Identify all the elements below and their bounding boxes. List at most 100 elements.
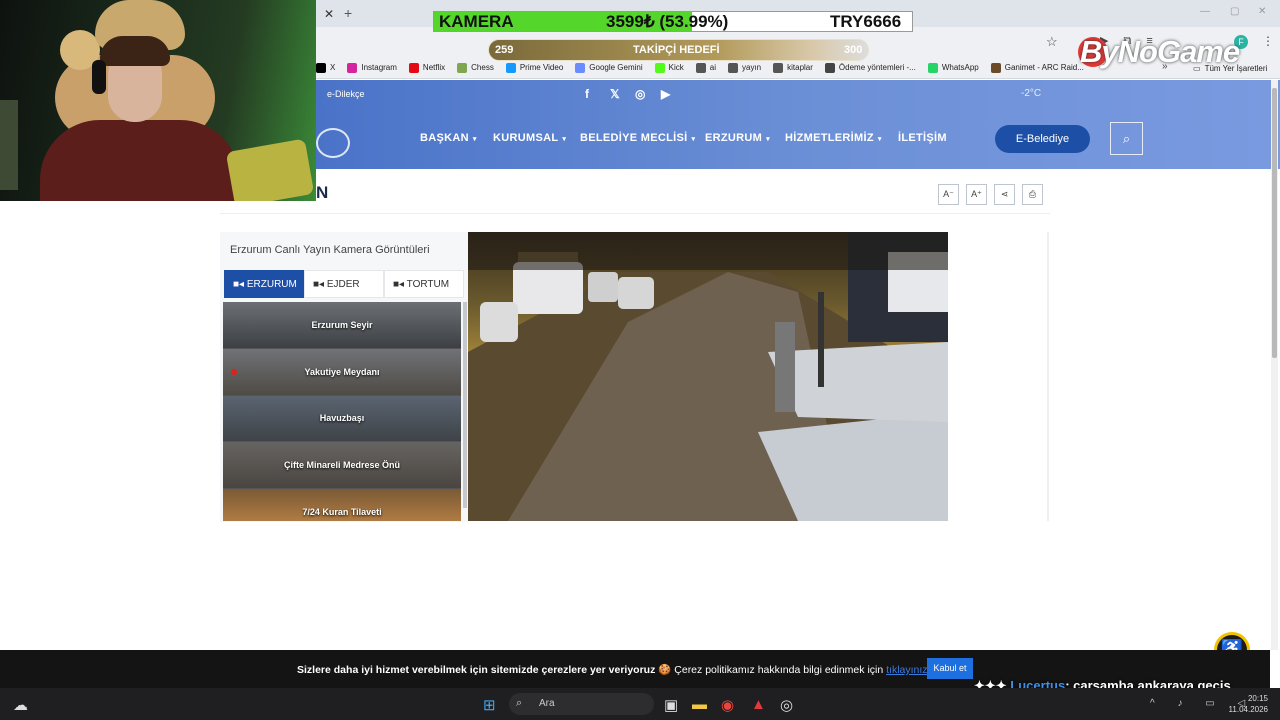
kick-icon	[654, 62, 665, 73]
font-decrease-button[interactable]: A⁻	[938, 184, 959, 205]
camera-item-yakutiye[interactable]: Yakutiye Meydanı	[223, 348, 461, 396]
chevron-down-icon: ▾	[877, 136, 882, 143]
chevron-down-icon: ▾	[766, 136, 770, 143]
tab-tortum[interactable]: ■◂ TORTUM	[384, 270, 464, 298]
nav-label: İLETİŞİM	[898, 132, 947, 144]
nav-baskan[interactable]: BAŞKAN ▾	[420, 132, 477, 144]
bookmark-label: yayın	[742, 63, 762, 72]
bookmark-item[interactable]: yayın	[728, 62, 762, 73]
new-tab-icon[interactable]: +	[344, 5, 352, 21]
search-icon[interactable]: ⌕	[1110, 122, 1143, 155]
bookmark-item[interactable]: X	[316, 62, 336, 73]
bookmark-star-icon[interactable]: ☆	[1046, 34, 1058, 50]
nav-erzurum[interactable]: ERZURUM ▾	[705, 132, 770, 144]
maximize-icon[interactable]: ▢	[1230, 6, 1239, 17]
bookmark-label: WhatsApp	[941, 63, 979, 72]
font-decrease-label: A	[943, 189, 950, 199]
bookmark-label: Ganimet - ARC Raid...	[1004, 63, 1084, 72]
x-twitter-icon[interactable]: 𝕏	[610, 87, 620, 101]
weather-icon[interactable]: ☁	[13, 696, 28, 714]
nav-kurumsal[interactable]: KURUMSAL ▾	[493, 132, 566, 144]
bookmark-label: Ödeme yöntemleri -...	[838, 63, 916, 72]
bookmark-label: Chess	[471, 63, 494, 72]
nav-iletisim[interactable]: İLETİŞİM	[898, 132, 947, 144]
page-scrollbar-thumb[interactable]	[1272, 88, 1277, 358]
camera-label: Havuzbaşı	[319, 413, 365, 424]
bookmark-label: X	[330, 63, 336, 72]
app-icon[interactable]: ▲	[751, 696, 766, 713]
nav-label: KURUMSAL	[493, 132, 559, 144]
camera-list-scrollbar[interactable]	[463, 302, 467, 508]
site-logo[interactable]	[316, 128, 350, 158]
ganimet-icon	[990, 62, 1001, 73]
menu-kebab-icon[interactable]: ⋮	[1262, 34, 1274, 48]
camera-item-cifte-minareli[interactable]: Çifte Minareli Medrese Önü	[223, 442, 461, 490]
tab-close-icon[interactable]: ✕	[320, 6, 338, 22]
whatsapp-icon	[927, 62, 938, 73]
tab-label: ERZURUM	[246, 279, 297, 290]
share-icon[interactable]: ⋖	[994, 184, 1015, 205]
donation-goal-label: KAMERA	[439, 12, 514, 31]
obs-icon[interactable]: ◎	[780, 696, 793, 714]
nav-label: BELEDİYE MECLİSİ	[580, 132, 688, 144]
print-icon[interactable]: ⎙	[1022, 184, 1043, 205]
search-icon: ⌕	[516, 697, 523, 709]
nav-belediye-meclisi[interactable]: BELEDİYE MECLİSİ ▾	[580, 132, 695, 144]
youtube-icon[interactable]: ▶	[661, 87, 670, 101]
streamer-webcam	[0, 0, 316, 201]
task-view-icon[interactable]: ▣	[664, 696, 678, 714]
cookie-policy-link[interactable]: tıklayınız	[886, 664, 927, 676]
bookmark-label: Instagram	[361, 63, 397, 72]
live-camera-video[interactable]	[468, 232, 948, 521]
bookmark-item[interactable]: kitaplar	[773, 62, 813, 73]
bookmark-icon	[824, 62, 835, 73]
bookmark-item[interactable]: Chess	[457, 62, 494, 73]
camera-item-kuran-tilaveti[interactable]: 7/24 Kuran Tilaveti	[223, 489, 461, 521]
taskbar-clock[interactable]: 20:15 11.04.2026	[1228, 693, 1268, 715]
page-title: N	[316, 183, 329, 202]
cookie-accept-button[interactable]: Kabul et	[927, 658, 973, 679]
video-camera-icon: ■◂	[233, 279, 247, 290]
camera-item-erzurum-seyir[interactable]: Erzurum Seyir	[223, 302, 461, 349]
e-belediye-button[interactable]: E-Belediye	[995, 125, 1090, 153]
chess-icon	[457, 62, 468, 73]
camera-label: Çifte Minareli Medrese Önü	[283, 460, 401, 471]
camera-label: Yakutiye Meydanı	[304, 366, 380, 377]
font-increase-label: A	[971, 189, 978, 199]
folder-icon	[695, 62, 706, 73]
bookmark-item[interactable]: Kick	[654, 62, 684, 73]
instagram-icon[interactable]: ◎	[635, 87, 645, 101]
folder-icon	[773, 62, 784, 73]
cookie-emoji: 🍪	[658, 664, 672, 676]
tab-ejder[interactable]: ■◂ EJDER	[304, 270, 384, 298]
street-scene	[468, 232, 948, 521]
start-menu-icon[interactable]: ⊞	[483, 696, 496, 714]
bookmark-item[interactable]: Ganimet - ARC Raid...	[990, 62, 1084, 73]
close-window-icon[interactable]: ✕	[1258, 6, 1266, 17]
donation-goal-target: TRY6666	[830, 12, 902, 31]
divider	[1047, 232, 1049, 521]
x-icon	[316, 62, 326, 73]
minimize-icon[interactable]: —	[1200, 6, 1210, 17]
bookmark-item[interactable]: ai	[695, 62, 716, 73]
bookmark-label: Prime Video	[519, 63, 564, 72]
bookmark-item[interactable]: Google Gemini	[575, 62, 643, 73]
bookmark-item[interactable]: Ödeme yöntemleri -...	[824, 62, 916, 73]
nav-hizmetlerimiz[interactable]: HİZMETLERİMİZ ▾	[785, 132, 882, 144]
bookmark-item[interactable]: Netflix	[408, 62, 445, 73]
clock-date: 11.04.2026	[1228, 705, 1268, 714]
tab-erzurum[interactable]: ■◂ ERZURUM	[224, 270, 304, 298]
chrome-icon[interactable]: ◉	[721, 696, 734, 714]
cookie-main-text: Sizlere daha iyi hizmet verebilmek için …	[297, 664, 656, 676]
taskbar-search-input[interactable]: Ara	[509, 693, 654, 715]
camera-item-havuzbasi[interactable]: Havuzbaşı	[223, 395, 461, 443]
bookmark-item[interactable]: WhatsApp	[927, 62, 979, 73]
bookmark-item[interactable]: Prime Video	[505, 62, 564, 73]
sponsor-logo-text: ByNoGame	[1080, 34, 1240, 69]
file-explorer-icon[interactable]: ▬	[692, 696, 707, 713]
font-increase-button[interactable]: A⁺	[966, 184, 987, 205]
e-dilekce-link[interactable]: e-Dilekçe	[327, 89, 365, 99]
facebook-icon[interactable]: f	[585, 87, 589, 101]
nav-label: BAŞKAN	[420, 132, 469, 144]
bookmark-item[interactable]: Instagram	[347, 62, 397, 73]
